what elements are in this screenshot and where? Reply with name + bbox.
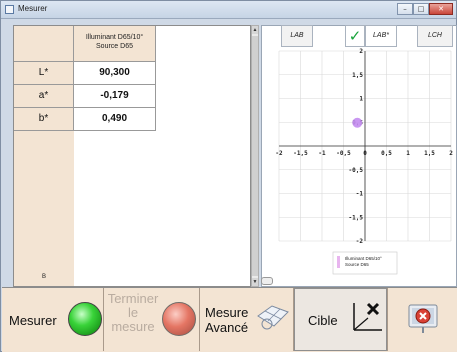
x-tick-label: 0 xyxy=(363,150,367,157)
chart-scroll-handle[interactable] xyxy=(261,277,273,285)
table-scrollbar[interactable]: ▲ ▼ xyxy=(251,25,259,287)
data-point xyxy=(352,117,363,128)
color-space-tabs: LAB ✓ LAB* LCH xyxy=(261,25,457,47)
checkmark-icon: ✓ xyxy=(345,25,365,47)
green-light-icon xyxy=(68,302,102,336)
app-icon xyxy=(5,5,14,14)
measure-button[interactable]: Mesurer xyxy=(2,288,104,351)
window-controls: – □ ✕ xyxy=(397,3,453,15)
y-tick-label: 2 xyxy=(359,48,363,55)
minimize-button[interactable]: – xyxy=(397,3,413,15)
advanced-measure-button[interactable]: Mesure Avancé xyxy=(200,288,294,351)
y-tick-label: -0,5 xyxy=(349,167,364,174)
row-value-b: 0,490 xyxy=(74,108,156,131)
legend-text: Illuminant D65/10° xyxy=(345,256,382,261)
legend-text: Source D65 xyxy=(345,262,369,267)
row-value-a: -0,179 xyxy=(74,85,156,108)
y-tick-label: 1 xyxy=(359,96,363,103)
tab-lab[interactable]: LAB xyxy=(281,25,313,47)
y-tick-label: -1 xyxy=(356,191,364,198)
finish-measure-button[interactable]: Terminer le mesure xyxy=(104,288,200,351)
y-tick-label: -2 xyxy=(356,238,364,245)
exit-icon xyxy=(408,304,438,333)
title-bar: Mesurer – □ ✕ xyxy=(1,1,456,19)
tab-lab-star[interactable]: LAB* xyxy=(365,25,397,47)
finish-label: Terminer le mesure xyxy=(107,291,159,334)
advanced-label: Mesure Avancé xyxy=(205,305,249,335)
measurement-table: Illuminant D65/10° Source D65 L* 90,300 … xyxy=(13,25,251,287)
advanced-measure-icon xyxy=(257,305,289,330)
table-footer-label: B xyxy=(41,274,46,280)
illuminant-header-text: Illuminant D65/10° Source D65 xyxy=(85,34,144,50)
target-label: Cible xyxy=(308,313,338,328)
scroll-thumb[interactable] xyxy=(252,36,258,276)
maximize-button[interactable]: □ xyxy=(413,3,429,15)
y-tick-label: -1,5 xyxy=(349,214,364,221)
measure-window: Mesurer – □ ✕ Illuminant D65/10° Source … xyxy=(0,0,457,352)
action-bar: Mesurer Terminer le mesure Mesure Avancé… xyxy=(2,287,457,352)
tab-lch[interactable]: LCH xyxy=(417,25,453,47)
x-tick-label: -1,5 xyxy=(293,150,308,157)
measure-label: Mesurer xyxy=(9,313,57,328)
red-light-icon xyxy=(162,302,196,336)
table-corner-cell xyxy=(14,26,74,62)
exit-button[interactable] xyxy=(388,288,457,351)
row-label-b: b* xyxy=(14,108,74,131)
scroll-up-icon[interactable]: ▲ xyxy=(252,26,258,34)
x-tick-label: 1,5 xyxy=(424,150,435,157)
window-title: Mesurer xyxy=(18,4,48,13)
scroll-down-icon[interactable]: ▼ xyxy=(252,278,258,286)
row-value-L: 90,300 xyxy=(74,62,156,85)
x-tick-label: 2 xyxy=(449,150,453,157)
target-axes-icon xyxy=(353,302,382,331)
target-button[interactable]: Cible xyxy=(294,288,388,351)
x-tick-label: -0,5 xyxy=(336,150,351,157)
x-tick-label: 1 xyxy=(406,150,410,157)
legend-swatch xyxy=(337,256,340,268)
close-button[interactable]: ✕ xyxy=(429,3,453,15)
illuminant-header: Illuminant D65/10° Source D65 xyxy=(74,26,156,62)
row-label-L: L* xyxy=(14,62,74,85)
y-tick-label: 1,5 xyxy=(352,72,363,79)
x-tick-label: -2 xyxy=(275,150,283,157)
x-tick-label: -1 xyxy=(318,150,326,157)
x-tick-label: 0,5 xyxy=(381,150,392,157)
ab-chart: -2-1,5-1-0,500,511,5221,510,5-0,5-1-1,5-… xyxy=(275,48,453,275)
row-label-a: a* xyxy=(14,85,74,108)
